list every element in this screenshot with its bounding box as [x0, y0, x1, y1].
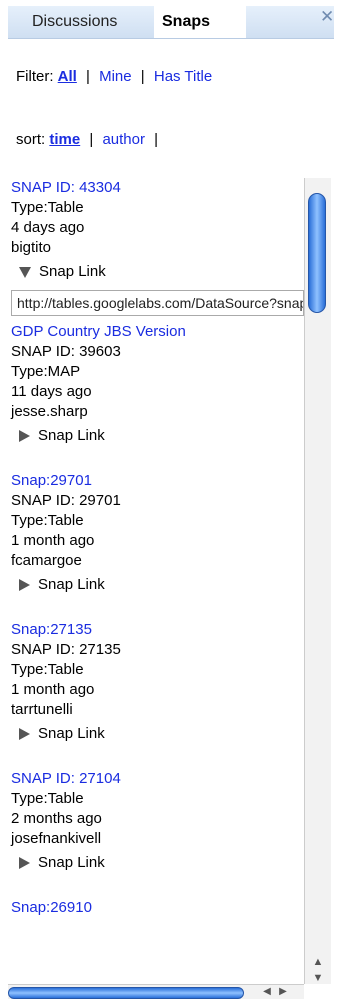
separator: |	[86, 68, 90, 85]
snap-title-link[interactable]: SNAP ID: 43304	[11, 179, 121, 196]
filter-bar: Filter: All | Mine | Has Title	[16, 68, 212, 85]
close-icon[interactable]: ✕	[320, 8, 334, 26]
list-item: SNAP ID: 27104 Type:Table 2 months ago j…	[0, 769, 304, 898]
scroll-up-icon[interactable]: ▲	[305, 954, 331, 970]
tab-snaps[interactable]: Snaps	[154, 6, 246, 38]
list-item: GDP Country JBS Version SNAP ID: 39603 T…	[0, 322, 304, 471]
sort-time-link[interactable]: time	[49, 131, 80, 148]
snap-title-link[interactable]: Snap:27135	[11, 621, 92, 638]
snap-link-label: Snap Link	[38, 427, 105, 444]
snap-title-link[interactable]: SNAP ID: 27104	[11, 770, 121, 787]
snap-age: 2 months ago	[11, 810, 102, 827]
scroll-down-icon[interactable]: ▼	[305, 970, 331, 986]
scroll-thumb[interactable]	[308, 193, 326, 313]
filter-mine-link[interactable]: Mine	[99, 68, 132, 85]
sort-author-link[interactable]: author	[102, 131, 145, 148]
snap-link-toggle[interactable]: Snap Link	[11, 571, 304, 599]
separator: |	[154, 131, 159, 148]
snap-age: 11 days ago	[11, 383, 92, 400]
snap-title-link[interactable]: GDP Country JBS Version	[11, 323, 186, 340]
separator: |	[140, 68, 145, 85]
snap-link-label: Snap Link	[38, 854, 105, 871]
snap-type: Type:MAP	[11, 363, 81, 380]
snap-id: SNAP ID: 27135	[11, 641, 121, 658]
snap-type: Type:Table	[11, 512, 84, 529]
snap-type: Type:Table	[11, 661, 84, 678]
snap-title-link[interactable]: Snap:29701	[11, 472, 92, 489]
tab-discussions[interactable]: Discussions	[24, 6, 125, 38]
snap-age: 1 month ago	[11, 532, 95, 549]
scroll-thumb[interactable]	[8, 987, 244, 999]
snap-link-label: Snap Link	[39, 263, 106, 280]
horizontal-scrollbar[interactable]: ◀ ▶	[8, 984, 304, 999]
scroll-right-icon[interactable]: ▶	[276, 985, 290, 999]
snap-link-label: Snap Link	[38, 725, 105, 742]
list-item: SNAP ID: 43304 Type:Table 4 days ago big…	[0, 178, 304, 316]
snap-link-toggle[interactable]: Snap Link	[11, 422, 304, 450]
sort-label: sort:	[16, 131, 46, 148]
separator: |	[89, 131, 94, 148]
vertical-scrollbar[interactable]: ▲ ▼	[304, 178, 331, 984]
snap-link-label: Snap Link	[38, 576, 105, 593]
snap-author: josefnankivell	[11, 830, 102, 847]
snap-type: Type:Table	[11, 199, 84, 216]
list-item: Snap:26910	[0, 898, 304, 918]
snap-link-toggle[interactable]: Snap Link	[11, 849, 304, 877]
sort-bar: sort: time | author |	[16, 131, 163, 148]
snap-age: 4 days ago	[11, 219, 85, 236]
triangle-right-icon	[19, 857, 30, 869]
triangle-right-icon	[19, 430, 30, 442]
snap-title-link[interactable]: Snap:26910	[11, 899, 92, 916]
filter-has-title-link[interactable]: Has Title	[154, 68, 212, 85]
snap-author: jesse.sharp	[11, 403, 88, 420]
snap-author: tarrtunelli	[11, 701, 73, 718]
snap-link-toggle[interactable]: Snap Link	[11, 258, 304, 286]
scroll-left-icon[interactable]: ◀	[260, 985, 274, 999]
snap-author: fcamargoe	[11, 552, 82, 569]
snap-age: 1 month ago	[11, 681, 95, 698]
snap-link-toggle[interactable]: Snap Link	[11, 720, 304, 748]
filter-all-link[interactable]: All	[58, 68, 77, 85]
snap-id: SNAP ID: 39603	[11, 343, 121, 360]
triangle-down-icon	[19, 266, 31, 278]
tab-strip: Discussions Snaps ✕	[8, 6, 334, 39]
list-item: Snap:29701 SNAP ID: 29701 Type:Table 1 m…	[0, 471, 304, 620]
snap-list[interactable]: SNAP ID: 43304 Type:Table 4 days ago big…	[0, 178, 304, 978]
triangle-right-icon	[19, 728, 30, 740]
triangle-right-icon	[19, 579, 30, 591]
snap-url-field[interactable]: http://tables.googlelabs.com/DataSource?…	[11, 290, 304, 316]
snap-type: Type:Table	[11, 790, 84, 807]
filter-label: Filter:	[16, 68, 54, 85]
tab-bar: Discussions Snaps ✕	[0, 0, 346, 42]
snap-id: SNAP ID: 29701	[11, 492, 121, 509]
list-item: Snap:27135 SNAP ID: 27135 Type:Table 1 m…	[0, 620, 304, 769]
snap-author: bigtito	[11, 239, 52, 256]
